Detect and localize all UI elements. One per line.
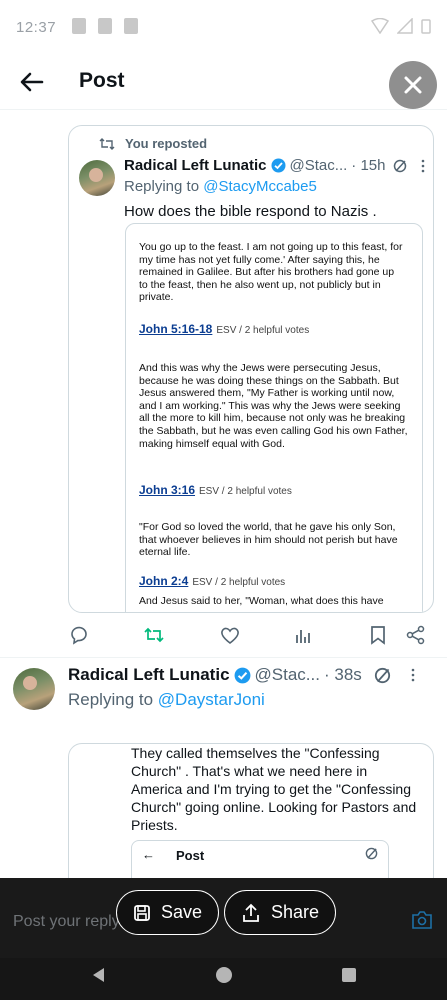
grok-icon[interactable]: [374, 667, 391, 684]
reply-input[interactable]: Post your reply: [13, 913, 120, 931]
repost-icon: [99, 137, 115, 150]
reply-icon: [71, 626, 87, 645]
image-verse-ref: John 3:16 ESV / 2 helpful votes: [139, 483, 292, 497]
avatar[interactable]: [79, 160, 115, 196]
verse-link: John 3:16: [139, 483, 196, 497]
system-nav-bar: [0, 958, 447, 1000]
replying-to-prefix: Replying to: [124, 178, 204, 195]
author-handle: @Stac...: [254, 665, 320, 684]
share-icon: [406, 625, 425, 645]
post-time: · 15h: [351, 157, 386, 174]
verse-link: John 5:16-18: [139, 322, 213, 336]
attached-image[interactable]: You go up to the feast. I am not going u…: [125, 223, 423, 612]
image-paragraph: And this was why the Jews were persecuti…: [139, 362, 408, 450]
views-button[interactable]: [291, 623, 315, 647]
upload-share-icon: [243, 903, 259, 922]
back-arrow-icon[interactable]: [18, 68, 46, 96]
status-time: 12:37: [16, 19, 57, 36]
bookmark-button[interactable]: [366, 623, 390, 647]
author-handle: @Stac...: [289, 157, 348, 174]
more-options-icon[interactable]: [411, 667, 415, 683]
image-verse-ref: John 5:16-18 ESV / 2 helpful votes: [139, 322, 309, 336]
save-icon: [134, 904, 150, 921]
share-overlay-button[interactable]: Share: [224, 890, 337, 935]
image-text: They called themselves the "Confessing C…: [131, 745, 417, 833]
reply-mention-link[interactable]: @DaystarJoni: [158, 690, 265, 709]
reply-mention-link[interactable]: @StacyMccabe5: [203, 178, 317, 195]
bookmark-icon: [371, 626, 385, 645]
status-icons: [72, 18, 138, 34]
more-options-icon[interactable]: [421, 159, 425, 173]
grok-icon[interactable]: [393, 159, 407, 173]
save-label: Save: [161, 902, 203, 922]
analytics-icon: [296, 630, 310, 643]
reply-button[interactable]: [67, 623, 91, 647]
verse-link: John 2:4: [139, 574, 189, 588]
repost-button[interactable]: [142, 623, 166, 647]
replying-to: Replying to @DaystarJoni: [68, 690, 265, 710]
page-title: Post: [79, 69, 125, 92]
verified-badge-icon: [271, 158, 286, 173]
signal-icon: [397, 18, 413, 34]
replying-to: Replying to @StacyMccabe5: [124, 178, 317, 195]
notification-icon: [124, 18, 138, 34]
back-arrow-icon: ←: [142, 847, 155, 862]
tweet-action-bar: [0, 623, 447, 651]
repost-indicator: You reposted: [99, 136, 207, 151]
tweet-text: How does the bible respond to Nazis .: [124, 203, 377, 220]
status-bar: 12:37: [0, 0, 447, 56]
verse-meta: ESV / 2 helpful votes: [192, 577, 286, 588]
home-nav-icon[interactable]: [215, 966, 233, 984]
notification-icon: [98, 18, 112, 34]
save-button[interactable]: Save: [116, 890, 220, 935]
grok-icon: [365, 847, 378, 860]
replying-to-prefix: Replying to: [68, 690, 158, 709]
camera-icon[interactable]: [411, 910, 433, 930]
like-button[interactable]: [218, 623, 242, 647]
post-time: · 38s: [323, 665, 362, 684]
author-name[interactable]: Radical Left Lunatic: [124, 157, 267, 174]
recents-nav-icon[interactable]: [340, 966, 358, 984]
author-line: Radical Left Lunatic @Stac... · 38s: [68, 665, 415, 685]
notification-icon: [72, 18, 86, 34]
heart-icon: [221, 627, 239, 644]
embedded-post-title: Post: [176, 848, 205, 863]
back-nav-icon[interactable]: [90, 966, 108, 984]
repost-icon: [144, 627, 164, 643]
close-icon: [404, 76, 422, 94]
reply-compose-bar[interactable]: Post your reply: [0, 878, 447, 958]
repost-label: You reposted: [125, 136, 208, 151]
image-verse-ref: John 2:4 ESV / 2 helpful votes: [139, 574, 285, 588]
share-label: Share: [271, 902, 320, 922]
author-line: Radical Left Lunatic @Stac... · 15h: [124, 157, 425, 174]
image-paragraph: And Jesus said to her, "Woman, what does…: [139, 595, 384, 607]
image-paragraph: You go up to the feast. I am not going u…: [139, 241, 403, 304]
divider: [0, 657, 447, 658]
status-right-icons: [371, 18, 431, 34]
close-button[interactable]: [389, 61, 437, 109]
battery-icon: [421, 19, 431, 34]
avatar[interactable]: [13, 668, 55, 710]
author-name[interactable]: Radical Left Lunatic: [68, 665, 230, 685]
verse-meta: ESV / 2 helpful votes: [199, 486, 292, 497]
post-header: Post: [0, 56, 447, 110]
share-button[interactable]: [404, 623, 428, 647]
image-paragraph: "For God so loved the world, that he gav…: [139, 521, 398, 559]
verse-meta: ESV / 2 helpful votes: [216, 325, 310, 336]
verified-badge-icon: [234, 667, 250, 683]
wifi-icon: [371, 18, 389, 34]
reposted-tweet-card[interactable]: You reposted Radical Left Lunatic @Stac.…: [68, 125, 434, 613]
